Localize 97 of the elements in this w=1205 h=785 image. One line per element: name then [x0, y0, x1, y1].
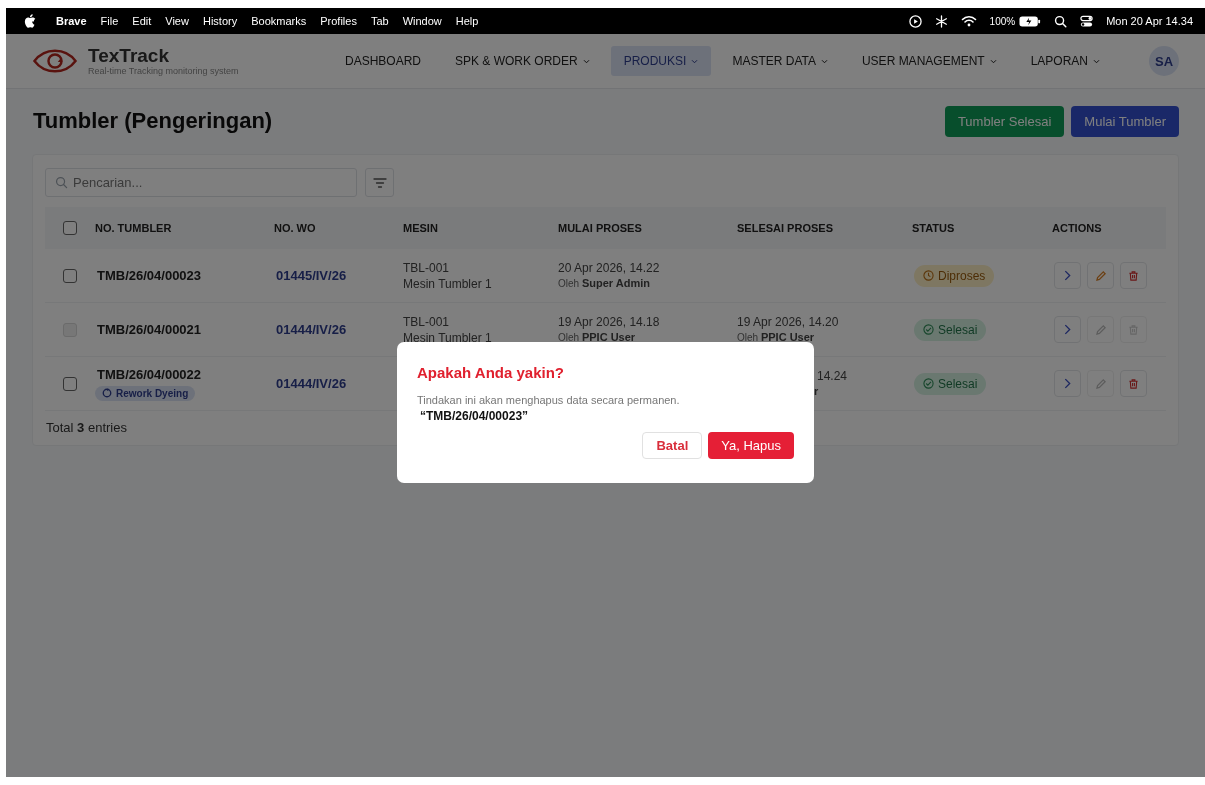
- column-header: ACTIONS: [1052, 222, 1102, 234]
- process-date: 14.24: [817, 368, 848, 384]
- filter-icon: [372, 177, 387, 188]
- nav-menu-item[interactable]: PRODUKSI: [610, 46, 712, 76]
- delete-button[interactable]: [1120, 370, 1147, 397]
- column-header: MESIN: [403, 222, 438, 234]
- wo-link[interactable]: 01445/IV/26: [274, 268, 347, 283]
- search-icon: [55, 176, 68, 189]
- search-field[interactable]: Pencarian...: [45, 168, 357, 197]
- check-circle-icon: [923, 324, 934, 335]
- trash-icon: [1128, 269, 1139, 282]
- machine-name: Mesin Tumbler 1: [403, 275, 492, 292]
- process-date: 20 Apr 2026, 14.22: [558, 260, 660, 276]
- total-entries: Total 3 entries: [46, 420, 127, 435]
- snowflake-icon[interactable]: [934, 14, 948, 28]
- battery-icon[interactable]: [1019, 15, 1042, 27]
- dialog-message: Tindakan ini akan menghapus data secara permanen.: [417, 394, 681, 406]
- view-button[interactable]: [1054, 316, 1081, 343]
- row-checkbox[interactable]: [63, 376, 77, 391]
- column-header: MULAI PROSES: [558, 222, 642, 234]
- nav-menu-item[interactable]: SPK & WORK ORDER: [442, 46, 603, 76]
- column-header: SELESAI PROSES: [737, 222, 833, 234]
- column-header: NO. TUMBLER: [95, 222, 172, 234]
- play-circle-icon[interactable]: [908, 14, 922, 28]
- tumbler-number: TMB/26/04/00021: [96, 322, 202, 337]
- status-badge: Selesai: [914, 318, 987, 341]
- view-button[interactable]: [1054, 262, 1081, 289]
- wo-link[interactable]: 01444/IV/26: [274, 322, 347, 337]
- confirm-delete-button[interactable]: Ya, Hapus: [708, 432, 794, 459]
- select-all-checkbox[interactable]: [63, 221, 77, 235]
- process-user: Oleh PPIC User: [558, 330, 636, 345]
- page-title: Tumbler (Pengeringan): [32, 108, 273, 134]
- chevron-down-icon: [989, 58, 997, 64]
- process-user: Oleh Super Admin: [558, 276, 650, 291]
- eye-logo-icon: [32, 47, 78, 75]
- menu-item[interactable]: Profiles: [320, 15, 357, 27]
- start-button[interactable]: Mulai Tumbler: [1071, 105, 1179, 137]
- menu-item[interactable]: Bookmarks: [251, 15, 307, 27]
- menu-item[interactable]: View: [165, 15, 189, 27]
- trash-icon: [1128, 323, 1139, 336]
- edit-button[interactable]: [1087, 262, 1114, 289]
- delete-button[interactable]: [1120, 262, 1147, 289]
- column-header: STATUS: [912, 222, 955, 234]
- menu-item[interactable]: Tab: [370, 15, 389, 27]
- apple-icon: [24, 14, 36, 28]
- battery-percent: 100%: [989, 15, 1016, 27]
- process-user: Oleh PPIC User: [737, 330, 815, 345]
- process-date: 19 Apr 2026, 14.18: [558, 314, 660, 330]
- rework-tag: Rework Dyeing: [95, 385, 196, 401]
- toggles-icon[interactable]: [1080, 14, 1094, 28]
- machine-code: TBL-001: [403, 259, 450, 276]
- menu-item[interactable]: Window: [402, 15, 442, 27]
- refresh-icon: [102, 388, 112, 398]
- menubar-clock[interactable]: Mon 20 Apr 14.34: [1106, 15, 1193, 27]
- pencil-icon: [1094, 323, 1107, 336]
- process-date: 19 Apr 2026, 14.20: [737, 314, 839, 330]
- status-badge: Selesai: [914, 372, 987, 395]
- search-icon[interactable]: [1054, 14, 1068, 28]
- nav-menu-item[interactable]: MASTER DATA: [719, 46, 841, 76]
- app-title: TexTrack: [88, 46, 170, 66]
- trash-icon: [1128, 377, 1139, 390]
- column-header: NO. WO: [274, 222, 316, 234]
- pencil-icon: [1094, 377, 1107, 390]
- finish-button[interactable]: Tumbler Selesai: [944, 105, 1065, 137]
- menu-item[interactable]: History: [202, 15, 238, 27]
- filter-button[interactable]: [365, 168, 394, 197]
- wo-link[interactable]: 01444/IV/26: [274, 376, 347, 391]
- nav-menu-item[interactable]: DASHBOARD: [332, 46, 434, 76]
- check-circle-icon: [923, 378, 934, 389]
- chevron-down-icon: [1093, 58, 1100, 64]
- chevron-right-icon: [1064, 324, 1071, 335]
- menu-item[interactable]: Help: [455, 15, 479, 27]
- chevron-down-icon: [820, 58, 828, 64]
- dialog-title: Apakah Anda yakin?: [417, 364, 565, 381]
- machine-name: Mesin Tumbler 1: [403, 329, 492, 346]
- menu-item[interactable]: Edit: [132, 15, 152, 27]
- machine-code: TBL-001: [403, 313, 450, 330]
- dialog-item-name: “TMB/26/04/00023”: [419, 409, 530, 423]
- clock-icon: [923, 270, 934, 281]
- user-avatar[interactable]: SA: [1149, 46, 1179, 76]
- view-button[interactable]: [1054, 370, 1081, 397]
- nav-menu-item[interactable]: LAPORAN: [1017, 46, 1113, 76]
- row-checkbox[interactable]: [63, 268, 77, 283]
- nav-menu-item[interactable]: USER MANAGEMENT: [848, 46, 1010, 76]
- tumbler-number: TMB/26/04/00023: [96, 268, 202, 283]
- chevron-down-icon: [691, 58, 699, 64]
- status-badge: Diproses: [914, 264, 995, 287]
- cancel-button[interactable]: Batal: [642, 432, 703, 459]
- chevron-right-icon: [1064, 378, 1071, 389]
- menu-item[interactable]: File: [100, 15, 119, 27]
- app-menu[interactable]: Brave: [56, 15, 87, 27]
- process-user: r: [814, 384, 819, 399]
- tumbler-number: TMB/26/04/00022: [96, 366, 202, 382]
- wifi-icon[interactable]: [960, 15, 977, 27]
- chevron-down-icon: [582, 58, 590, 64]
- pencil-icon: [1094, 269, 1107, 282]
- chevron-right-icon: [1064, 270, 1071, 281]
